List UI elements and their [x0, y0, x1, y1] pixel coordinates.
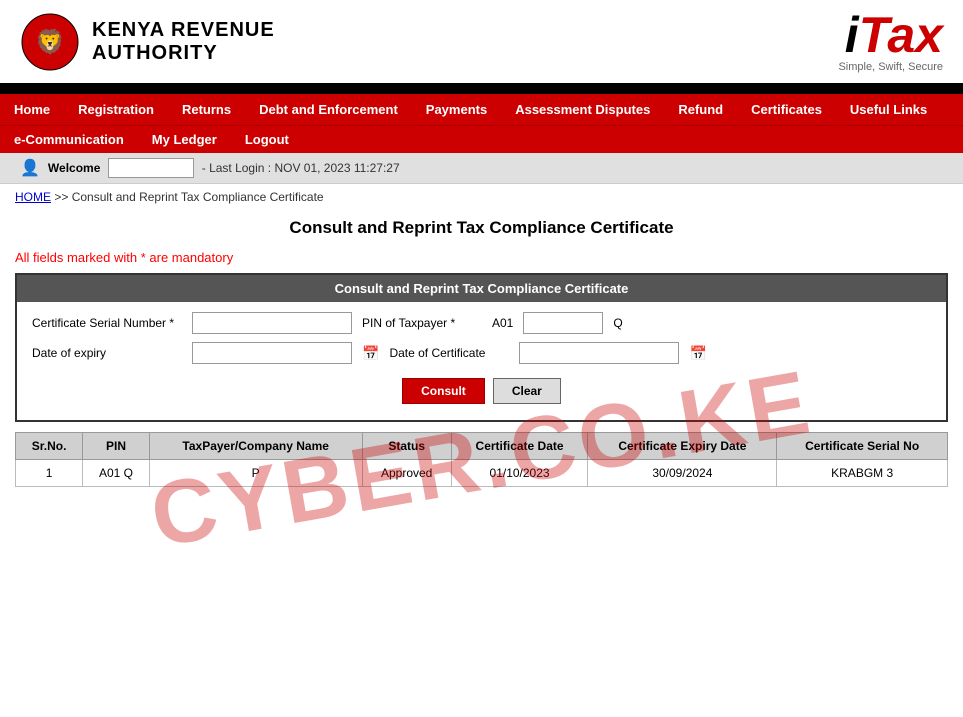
itax-logo: iTax Simple, Swift, Secure: [838, 10, 943, 73]
last-login-text: - Last Login : NOV 01, 2023 11:27:27: [202, 161, 400, 175]
nav-registration[interactable]: Registration: [64, 94, 168, 125]
nav-my-ledger[interactable]: My Ledger: [138, 126, 231, 153]
nav-top: Home Registration Returns Debt and Enfor…: [0, 94, 963, 125]
form-panel-title: Consult and Reprint Tax Compliance Certi…: [17, 275, 946, 302]
welcome-bar: 👤 Welcome - Last Login : NOV 01, 2023 11…: [0, 153, 963, 184]
breadcrumb-home[interactable]: HOME: [15, 190, 51, 204]
form-panel: Consult and Reprint Tax Compliance Certi…: [15, 273, 948, 422]
org-name-line1: Kenya Revenue: [92, 19, 275, 41]
col-serial-no: Certificate Serial No: [777, 433, 948, 460]
page-header: 🦁 Kenya Revenue Authority iTax Simple, S…: [0, 0, 963, 86]
col-status: Status: [362, 433, 451, 460]
nav-bottom: e-Communication My Ledger Logout: [0, 125, 963, 153]
nav-useful-links[interactable]: Useful Links: [836, 94, 941, 125]
col-cert-date: Certificate Date: [451, 433, 588, 460]
cert-serial-input[interactable]: [192, 312, 352, 334]
nav-returns[interactable]: Returns: [168, 94, 245, 125]
nav-debt-enforcement[interactable]: Debt and Enforcement: [245, 94, 412, 125]
itax-brand: iTax: [838, 10, 943, 61]
breadcrumb-path: >> Consult and Reprint Tax Compliance Ce…: [54, 190, 323, 204]
pin-suffix: Q: [613, 316, 622, 330]
welcome-label: Welcome: [48, 161, 100, 175]
date-cert-input[interactable]: [519, 342, 679, 364]
user-icon: 👤: [20, 158, 40, 178]
cert-serial-label: Certificate Serial Number *: [32, 316, 182, 330]
table-row: 1A01 QPApproved01/10/202330/09/2024KRABG…: [16, 460, 948, 487]
table-header-row: Sr.No. PIN TaxPayer/Company Name Status …: [16, 433, 948, 460]
nav-assessment-disputes[interactable]: Assessment Disputes: [501, 94, 664, 125]
nav-ecommunication[interactable]: e-Communication: [0, 126, 138, 153]
date-cert-label: Date of Certificate: [389, 346, 509, 360]
form-actions: Consult Clear: [32, 372, 931, 410]
org-name-line2: Authority: [92, 42, 218, 64]
date-expiry-label: Date of expiry: [32, 346, 182, 360]
date-expiry-input[interactable]: [192, 342, 352, 364]
kra-logo-icon: 🦁: [20, 12, 80, 72]
username-display: [108, 158, 193, 178]
nav-refund[interactable]: Refund: [664, 94, 737, 125]
mandatory-note: All fields marked with * are mandatory: [0, 246, 963, 273]
calendar-expiry-icon[interactable]: 📅: [362, 345, 379, 362]
pin-label: PIN of Taxpayer *: [362, 316, 482, 330]
col-expiry-date: Certificate Expiry Date: [588, 433, 777, 460]
results-table: Sr.No. PIN TaxPayer/Company Name Status …: [15, 432, 948, 487]
pin-prefix: A01: [492, 316, 513, 330]
form-body: Certificate Serial Number * PIN of Taxpa…: [17, 302, 946, 420]
calendar-cert-icon[interactable]: 📅: [689, 345, 706, 362]
pin-input[interactable]: [523, 312, 603, 334]
col-pin: PIN: [83, 433, 149, 460]
col-company: TaxPayer/Company Name: [149, 433, 362, 460]
form-row-2: Date of expiry 📅 Date of Certificate 📅: [32, 342, 931, 364]
itax-tagline: Simple, Swift, Secure: [838, 61, 943, 73]
svg-text:🦁: 🦁: [35, 28, 65, 56]
clear-button[interactable]: Clear: [493, 378, 561, 404]
col-sr-no: Sr.No.: [16, 433, 83, 460]
consult-button[interactable]: Consult: [402, 378, 485, 404]
header-stripe: [0, 86, 963, 94]
nav-certificates[interactable]: Certificates: [737, 94, 836, 125]
nav-home[interactable]: Home: [0, 94, 64, 125]
org-logo: 🦁 Kenya Revenue Authority: [20, 12, 275, 72]
page-title: Consult and Reprint Tax Compliance Certi…: [0, 210, 963, 246]
form-row-1: Certificate Serial Number * PIN of Taxpa…: [32, 312, 931, 334]
breadcrumb: HOME >> Consult and Reprint Tax Complian…: [0, 184, 963, 210]
nav-payments[interactable]: Payments: [412, 94, 501, 125]
org-name: Kenya Revenue Authority: [92, 19, 275, 65]
results-table-wrapper: CYBER.CO.KE Sr.No. PIN TaxPayer/Company …: [15, 432, 948, 487]
nav-logout[interactable]: Logout: [231, 126, 303, 153]
